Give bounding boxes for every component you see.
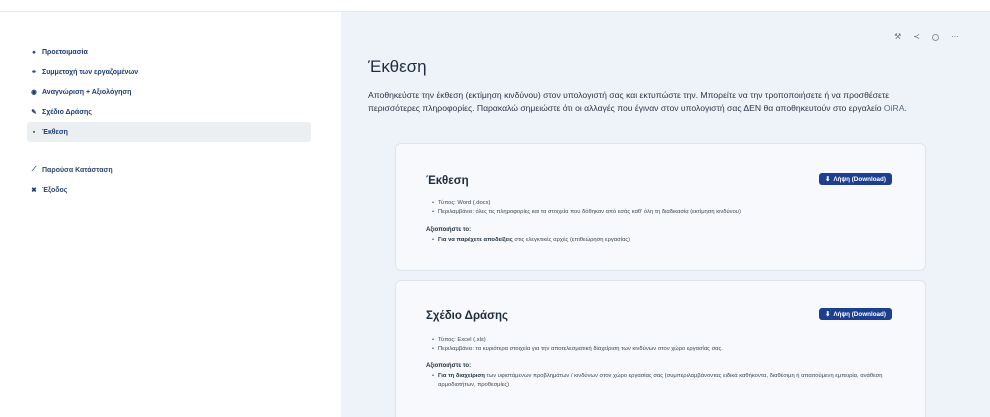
sidebar-item-label: Αναγνώριση + Αξιολόγηση [42, 88, 132, 96]
sidebar-item-label: Έκθεση [42, 128, 68, 136]
use-label: Αξιοποιήστε το: [426, 227, 472, 233]
sidebar-item-label: Σχέδιο Δράσης [42, 108, 92, 116]
sidebar-item-preparation[interactable]: ♠ Προετοιμασία [27, 42, 311, 62]
sidebar-item-status[interactable]: ⟋ Παρούσα Κατάσταση [27, 160, 311, 180]
download-icon: ⬇ [825, 175, 831, 183]
users-icon: ⚭ [31, 69, 37, 76]
list-item: Για να παρέχετε αποδείξεις στις ελεγκτικ… [432, 236, 630, 245]
close-icon: ✖ [31, 187, 37, 194]
card-title: Σχέδιο Δράσης [426, 310, 508, 322]
sidebar-item-label: Συμμετοχή των εργαζομένων [42, 68, 139, 76]
download-label: Λήψη (Download) [833, 175, 886, 183]
download-icon: ⬇ [825, 310, 831, 318]
intro-tool-name: OiRA [883, 103, 905, 113]
use-bold: Για να παρέχετε αποδείξεις [438, 237, 513, 243]
tools-icon[interactable]: ⚒ [894, 33, 901, 41]
sidebar-item-action-plan[interactable]: ✎ Σχέδιο Δράσης [27, 102, 311, 122]
chart-icon: ⟋ [31, 166, 37, 173]
share-icon[interactable]: ≺ [913, 33, 920, 41]
sidebar-item-label: Έξοδος [42, 186, 68, 194]
sidebar-item-label: Παρούσα Κατάσταση [42, 166, 113, 174]
intro-text: Αποθηκεύστε την έκθεση (εκτίμηση κινδύνο… [368, 89, 933, 115]
card-use-list: Για να παρέχετε αποδείξεις στις ελεγκτικ… [432, 236, 630, 245]
card-use-list: Για τη διαχείριση των υφιστάμενων προβλη… [432, 372, 902, 389]
sidebar-item-identification[interactable]: ◉ Αναγνώριση + Αξιολόγηση [27, 82, 311, 102]
download-label: Λήψη (Download) [833, 310, 886, 318]
card-info-list: Τύπος: Word (.docx) Περιλαμβάνει: όλες τ… [432, 199, 741, 216]
sidebar-nav-steps: ♠ Προετοιμασία ⚭ Συμμετοχή των εργαζομέν… [27, 42, 311, 142]
more-icon[interactable]: ⋯ [951, 33, 959, 41]
sidebar-item-report[interactable]: ▪ Έκθεση [27, 122, 311, 142]
toolbar: ⚒ ≺ ⋯ [894, 33, 959, 41]
use-label: Αξιοποιήστε το: [426, 363, 472, 369]
document-icon: ▪ [32, 128, 36, 136]
list-item: Περιλαμβάνει: τα κυριότερα στοιχεία για … [432, 345, 723, 354]
action-plan-card: Σχέδιο Δράσης ⬇ Λήψη (Download) Τύπος: E… [395, 280, 926, 417]
main-content: ⚒ ≺ ⋯ Έκθεση Αποθηκεύστε την έκθεση (εκτ… [341, 12, 990, 417]
list-item: Για τη διαχείριση των υφιστάμενων προβλη… [432, 372, 902, 389]
target-icon: ◉ [31, 89, 37, 96]
list-item: Περιλαμβάνει: όλες τις πληροφορίες και τ… [432, 208, 741, 217]
sidebar-item-exit[interactable]: ✖ Έξοδος [27, 180, 311, 200]
sidebar-item-label: Προετοιμασία [42, 48, 88, 56]
card-title: Έκθεση [426, 175, 469, 187]
use-rest: των υφιστάμενων προβλημάτων / κινδύνων σ… [438, 373, 883, 388]
top-bar [0, 0, 990, 12]
circle-icon[interactable] [932, 33, 939, 41]
sidebar: ♠ Προετοιμασία ⚭ Συμμετοχή των εργαζομέν… [0, 12, 341, 417]
sidebar-nav-secondary: ⟋ Παρούσα Κατάσταση ✖ Έξοδος [27, 160, 311, 200]
intro-body: Αποθηκεύστε την έκθεση (εκτίμηση κινδύνο… [368, 90, 890, 113]
intro-end: . [904, 103, 907, 113]
report-card: Έκθεση ⬇ Λήψη (Download) Τύπος: Word (.d… [395, 143, 926, 271]
use-rest: στις ελεγκτικές αρχές (επιθεώρηση εργασί… [512, 237, 631, 243]
pencil-icon: ✎ [31, 109, 37, 116]
download-action-plan-button[interactable]: ⬇ Λήψη (Download) [819, 308, 892, 320]
home-icon: ♠ [32, 48, 36, 56]
download-report-button[interactable]: ⬇ Λήψη (Download) [819, 173, 892, 185]
use-bold: Για τη διαχείριση [438, 373, 485, 379]
list-item: Τύπος: Excel (.xls) [432, 336, 723, 345]
card-info-list: Τύπος: Excel (.xls) Περιλαμβάνει: τα κυρ… [432, 336, 723, 353]
page-title: Έκθεση [368, 57, 427, 76]
list-item: Τύπος: Word (.docx) [432, 199, 741, 208]
sidebar-item-involve[interactable]: ⚭ Συμμετοχή των εργαζομένων [27, 62, 311, 82]
